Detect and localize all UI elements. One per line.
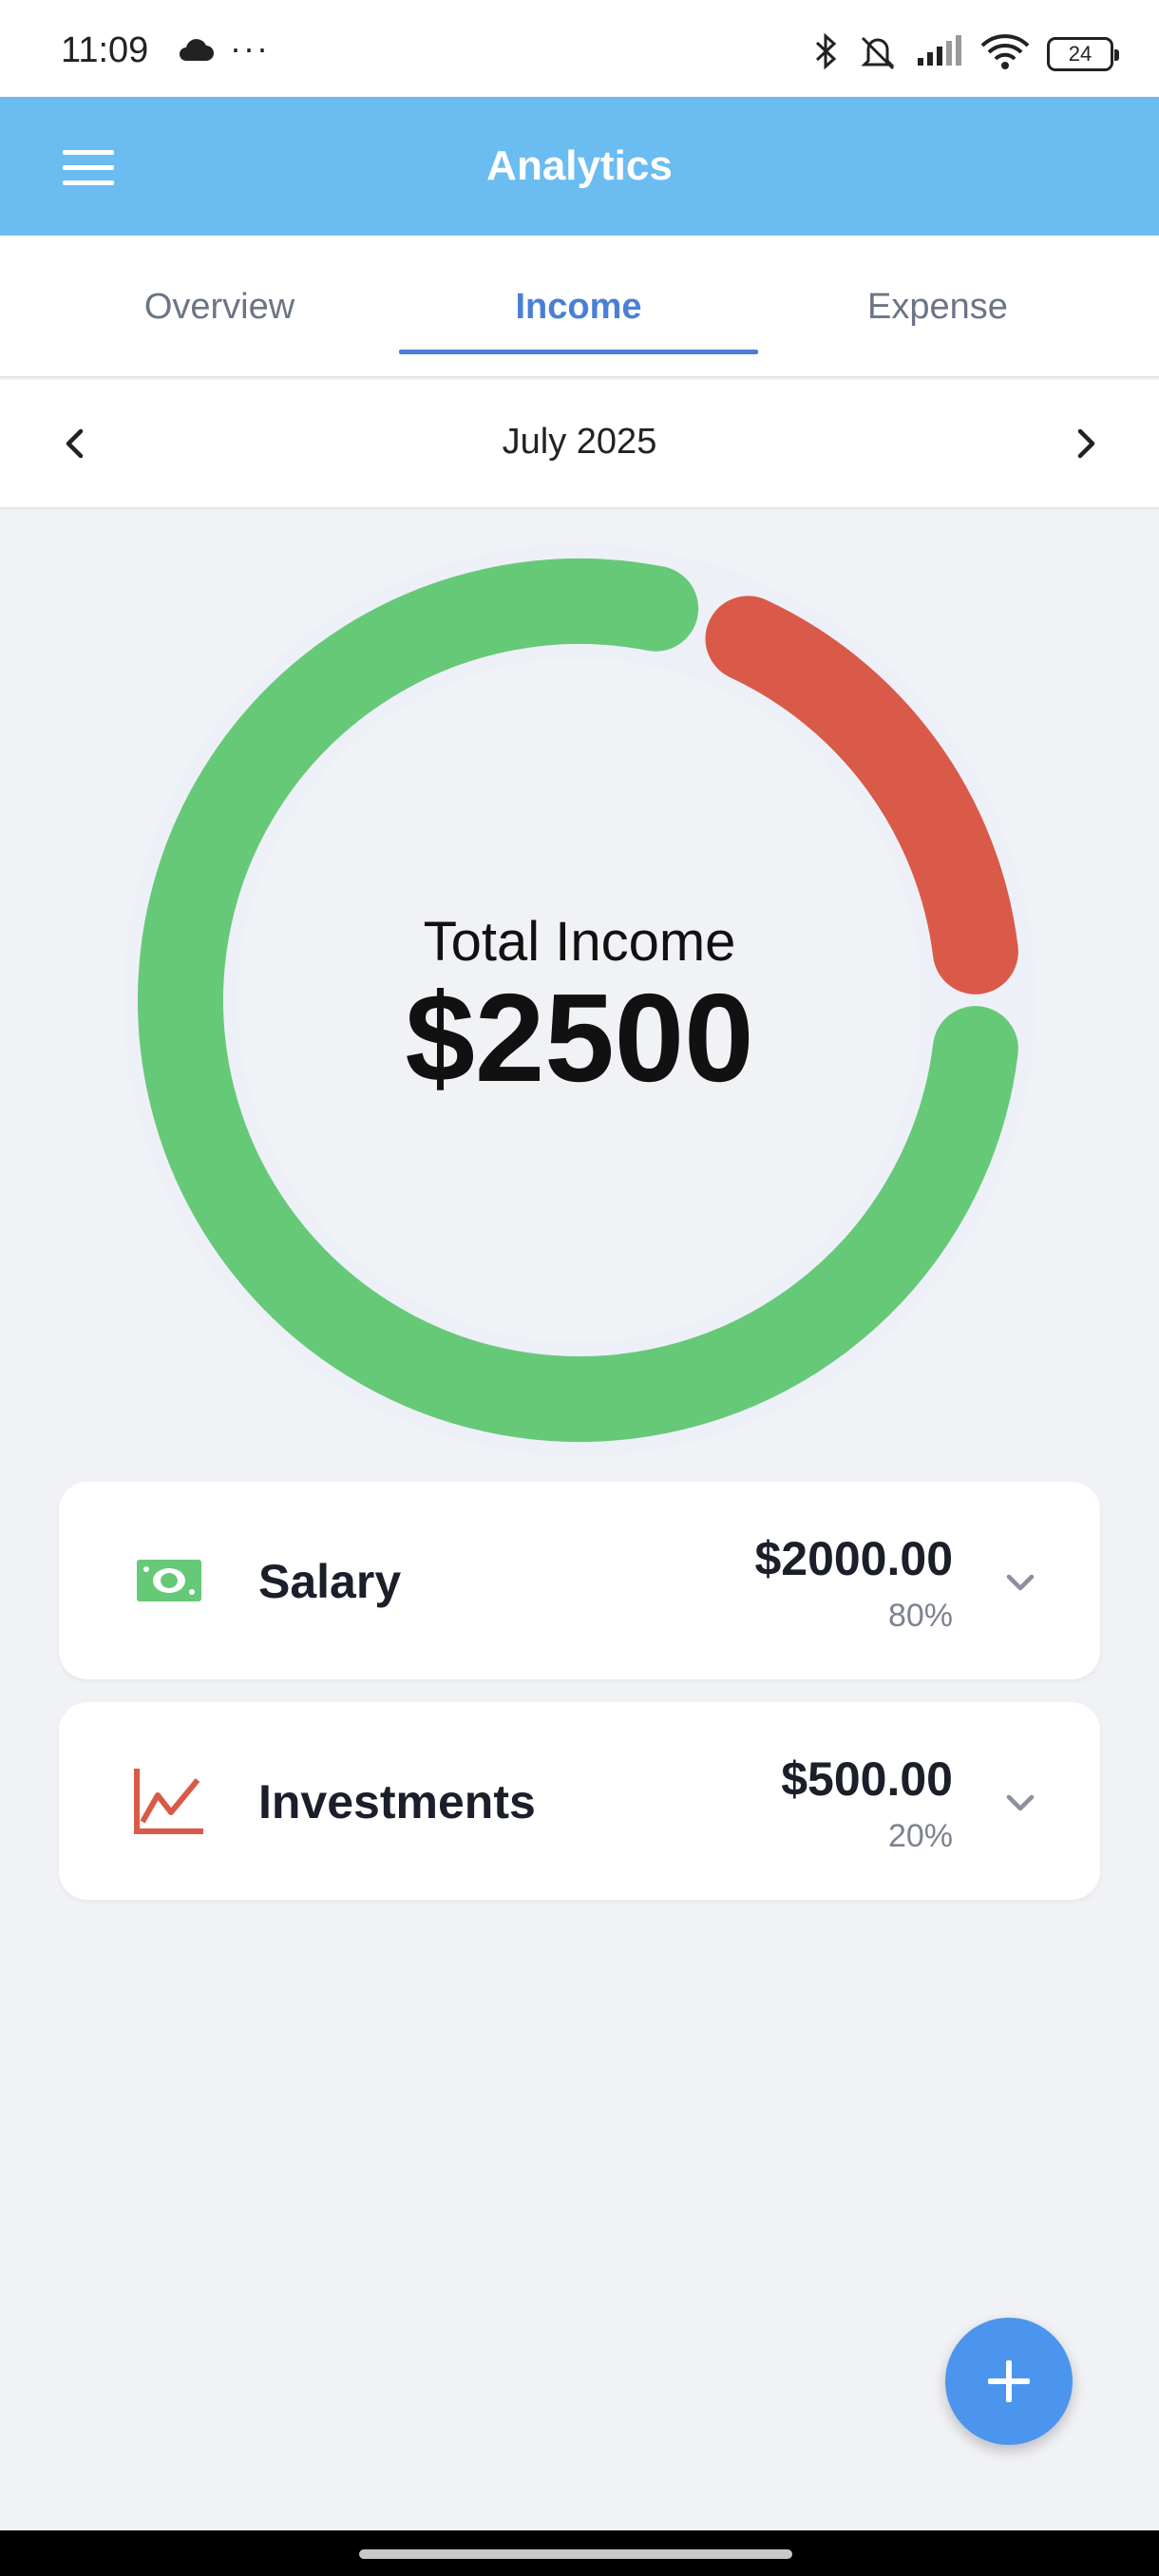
total-income-label: Total Income: [423, 910, 736, 973]
active-tab-indicator: [399, 350, 758, 354]
category-name: Salary: [258, 1555, 402, 1608]
status-bar: 11:09 ··· 24: [0, 0, 1159, 97]
category-percent: 20%: [887, 1818, 953, 1854]
system-navigation-bar: [0, 2530, 1159, 2576]
cash-bill-icon: [131, 1543, 207, 1619]
tab-expense[interactable]: Expense: [758, 236, 1117, 378]
month-label: July 2025: [502, 422, 657, 462]
bell-muted-icon: [857, 32, 899, 75]
home-indicator[interactable]: [359, 2549, 792, 2559]
wifi-icon: [980, 32, 1030, 75]
category-card-salary[interactable]: Salary $2000.00 80%: [59, 1482, 1100, 1679]
cloud-icon: [177, 38, 215, 67]
income-donut-chart: Total Income $2500: [119, 540, 1040, 1461]
signal-icon: [916, 35, 963, 72]
page-title: Analytics: [486, 142, 673, 189]
analytics-screen: 11:09 ··· 24 Analytics Overview Income E…: [0, 0, 1159, 2576]
chevron-right-icon[interactable]: [1062, 420, 1110, 467]
tab-income[interactable]: Income: [399, 236, 758, 378]
battery-icon: 24: [1047, 36, 1119, 71]
tab-overview[interactable]: Overview: [40, 236, 399, 378]
category-card-investments[interactable]: Investments $500.00 20%: [59, 1702, 1100, 1900]
category-percent: 80%: [887, 1598, 953, 1634]
donut-center: Total Income $2500: [119, 540, 1040, 1461]
bluetooth-icon: [813, 32, 840, 75]
tab-bar: Overview Income Expense: [0, 236, 1159, 378]
category-amount: $2000.00: [754, 1532, 953, 1585]
app-bar: Analytics: [0, 97, 1159, 236]
plus-icon: [988, 2360, 1030, 2402]
total-income-value: $2500: [405, 967, 754, 1108]
month-navigator: July 2025: [0, 380, 1159, 509]
category-amount: $500.00: [781, 1752, 953, 1806]
status-icons: 24: [813, 32, 1119, 75]
status-time: 11:09: [61, 30, 149, 70]
add-transaction-button[interactable]: [945, 2318, 1073, 2445]
trending-chart-icon: [131, 1763, 207, 1839]
more-notifications-icon: ···: [230, 28, 270, 67]
category-name: Investments: [258, 1775, 536, 1828]
chevron-down-icon[interactable]: [999, 1782, 1041, 1824]
chevron-down-icon[interactable]: [999, 1562, 1041, 1603]
